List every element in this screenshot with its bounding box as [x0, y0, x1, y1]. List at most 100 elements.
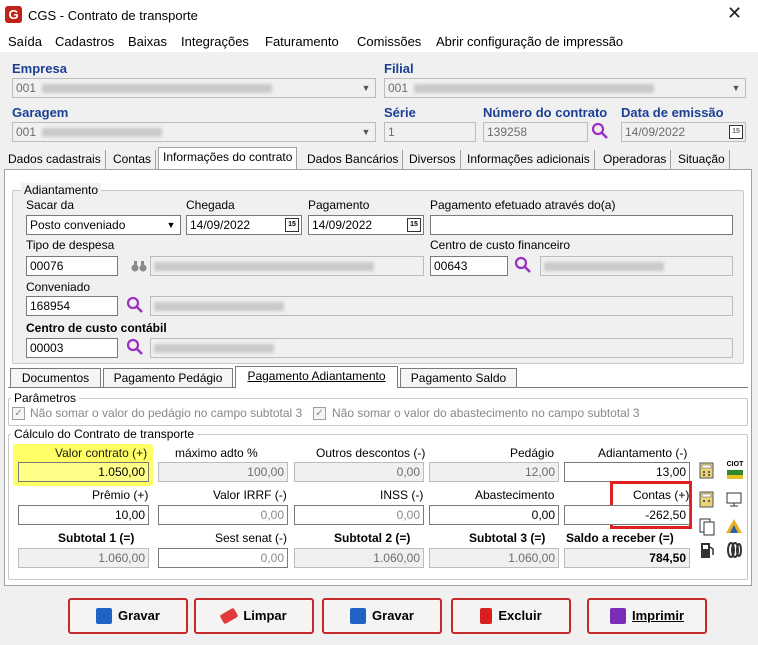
gravar2-button-label: Gravar	[372, 608, 414, 623]
menu-config-impressao[interactable]: Abrir configuração de impressão	[436, 34, 623, 49]
imprimir-button[interactable]: Imprimir	[587, 598, 707, 634]
calculator-icon[interactable]	[697, 489, 717, 509]
monitor-icon[interactable]	[724, 489, 744, 509]
menu-faturamento[interactable]: Faturamento	[265, 34, 339, 49]
subtotal3-label: Subtotal 3 (=)	[469, 531, 546, 545]
valor-contrato-label: Valor contrato (+)	[55, 446, 148, 460]
documents-icon[interactable]	[697, 516, 717, 536]
irrf-field[interactable]: 0,00	[158, 505, 288, 525]
app-logo-icon: G	[5, 6, 22, 23]
menu-cadastros[interactable]: Cadastros	[55, 34, 114, 49]
subtotal2-field[interactable]: 1.060,00	[294, 548, 424, 568]
pagamento-field[interactable]: 14/09/2022 15	[308, 215, 424, 235]
pedagio-field[interactable]: 12,00	[429, 462, 559, 482]
tab-situacao[interactable]: Situação	[674, 150, 730, 170]
contas-field[interactable]: -262,50	[564, 505, 690, 525]
garagem-select[interactable]: 001 ▼	[12, 122, 376, 142]
sest-senat-label: Sest senat (-)	[215, 531, 288, 545]
toll-tag-icon[interactable]	[724, 540, 744, 560]
triangle-chart-icon[interactable]	[724, 516, 744, 536]
data-emissao-label: Data de emissão	[621, 105, 724, 120]
outros-descontos-label: Outros descontos (-)	[316, 446, 426, 460]
gravar-button-label: Gravar	[118, 608, 160, 623]
search-icon[interactable]	[590, 121, 610, 141]
serie-field[interactable]: 1	[384, 122, 476, 142]
sacar-select[interactable]: Posto conveniado ▼	[26, 215, 181, 235]
data-emissao-field[interactable]: 14/09/2022 15	[621, 122, 746, 142]
fuel-pump-icon[interactable]	[697, 540, 717, 560]
tipo-despesa-desc	[150, 256, 424, 276]
valor-contrato-field[interactable]: 1.050,00	[18, 462, 149, 482]
sest-senat-field[interactable]: 0,00	[158, 548, 288, 568]
inss-field[interactable]: 0,00	[294, 505, 424, 525]
tab-operadoras[interactable]: Operadoras	[599, 150, 672, 170]
sacar-value: Posto conveniado	[30, 218, 126, 232]
maximo-adto-label: máximo adto %	[175, 446, 258, 460]
subtab-pagamento-adiantamento[interactable]: Pagamento Adiantamento	[235, 366, 398, 388]
numero-contrato-field[interactable]: 139258	[483, 122, 588, 142]
chevron-down-icon[interactable]: ▼	[163, 217, 179, 233]
window-title: CGS - Contrato de transporte	[28, 8, 198, 23]
chevron-down-icon[interactable]: ▼	[358, 124, 374, 140]
tipo-despesa-label: Tipo de despesa	[26, 238, 115, 252]
tab-diversos[interactable]: Diversos	[405, 150, 461, 170]
tab-informacoes-adicionais[interactable]: Informações adicionais	[463, 150, 595, 170]
pagamento-value: 14/09/2022	[312, 218, 373, 232]
irrf-label: Valor IRRF (-)	[213, 488, 287, 502]
calendar-icon[interactable]: 15	[407, 218, 421, 232]
saldo-receber-field[interactable]: 784,50	[564, 548, 690, 568]
centro-custo-contabil-desc	[150, 338, 733, 358]
abastecimento-field[interactable]: 0,00	[429, 505, 559, 525]
conveniado-field[interactable]: 168954	[26, 296, 118, 316]
save-icon	[350, 607, 367, 624]
parametros-title: Parâmetros	[11, 391, 80, 405]
binoculars-icon[interactable]	[129, 256, 149, 276]
tab-contas[interactable]: Contas	[109, 150, 157, 170]
centro-custo-fin-field[interactable]: 00643	[430, 256, 508, 276]
checkbox-abastecimento-label: Não somar o valor do abastecimento no ca…	[332, 406, 640, 420]
menu-baixas[interactable]: Baixas	[128, 34, 167, 49]
limpar-button[interactable]: Limpar	[194, 598, 314, 634]
premio-field[interactable]: 10,00	[18, 505, 149, 525]
chevron-down-icon[interactable]: ▼	[358, 80, 374, 96]
close-icon[interactable]: ✕	[727, 3, 742, 24]
tab-informacoes-contrato[interactable]: Informações do contrato	[158, 147, 298, 169]
menu-comissoes[interactable]: Comissões	[357, 34, 421, 49]
centro-custo-contabil-field[interactable]: 00003	[26, 338, 118, 358]
limpar-button-label: Limpar	[243, 608, 287, 623]
pagamento-efetuado-field[interactable]	[430, 215, 733, 235]
chevron-down-icon[interactable]: ▼	[728, 80, 744, 96]
search-icon[interactable]	[125, 337, 145, 357]
eraser-icon	[219, 607, 239, 624]
checkbox-pedagio[interactable]: ✓	[12, 407, 25, 420]
tipo-despesa-field[interactable]: 00076	[26, 256, 118, 276]
chegada-field[interactable]: 14/09/2022 15	[186, 215, 302, 235]
subtab-documentos[interactable]: Documentos	[10, 368, 101, 388]
tab-dados-bancarios[interactable]: Dados Bancários	[303, 150, 404, 170]
checkbox-abastecimento[interactable]: ✓	[313, 407, 326, 420]
gravar-button[interactable]: Gravar	[68, 598, 188, 634]
subtotal3-field[interactable]: 1.060,00	[429, 548, 559, 568]
calendar-icon[interactable]: 15	[729, 125, 743, 139]
excluir-button[interactable]: Excluir	[451, 598, 571, 634]
subtab-pagamento-saldo[interactable]: Pagamento Saldo	[400, 368, 517, 388]
maximo-adto-field[interactable]: 100,00	[158, 462, 288, 482]
garagem-label: Garagem	[12, 105, 69, 120]
filial-select[interactable]: 001 ▼	[384, 78, 746, 98]
outros-descontos-field[interactable]: 0,00	[294, 462, 424, 482]
search-icon[interactable]	[125, 295, 145, 315]
calendar-icon[interactable]: 15	[285, 218, 299, 232]
adiantamento-field[interactable]: 13,00	[564, 462, 690, 482]
filial-label: Filial	[384, 61, 414, 76]
ciot-icon[interactable]: CIOT	[724, 460, 746, 480]
subtotal1-label: Subtotal 1 (=)	[58, 531, 135, 545]
subtab-pagamento-pedagio[interactable]: Pagamento Pedágio	[103, 368, 233, 388]
search-icon[interactable]	[513, 255, 533, 275]
empresa-select[interactable]: 001 ▼	[12, 78, 376, 98]
calculator-icon[interactable]	[697, 460, 717, 480]
menu-integracoes[interactable]: Integrações	[181, 34, 249, 49]
menu-saida[interactable]: Saída	[8, 34, 42, 49]
tab-dados-cadastrais[interactable]: Dados cadastrais	[4, 150, 106, 170]
gravar2-button[interactable]: Gravar	[322, 598, 442, 634]
subtotal1-field[interactable]: 1.060,00	[18, 548, 149, 568]
